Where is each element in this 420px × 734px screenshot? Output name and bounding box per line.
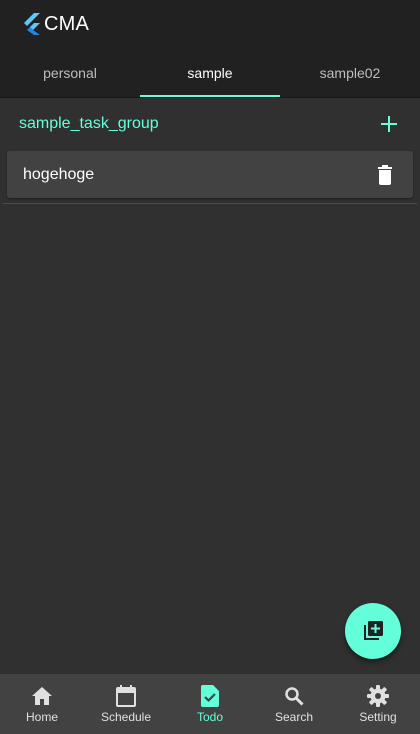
tab-sample02[interactable]: sample02 [280, 48, 420, 97]
trash-icon [378, 164, 392, 185]
nav-search[interactable]: Search [252, 674, 336, 734]
app-screen: CMA personal sample sample02 sample_task… [0, 0, 420, 734]
tab-sample[interactable]: sample [140, 48, 280, 97]
app-title: CMA [44, 12, 90, 35]
nav-todo[interactable]: Todo [168, 674, 252, 734]
task-item[interactable]: hogehoge [7, 151, 413, 198]
tab-personal[interactable]: personal [0, 48, 140, 97]
app-bar: CMA [0, 0, 420, 48]
nav-home[interactable]: Home [0, 674, 84, 734]
delete-task-button[interactable] [373, 163, 397, 187]
nav-setting[interactable]: Setting [336, 674, 420, 734]
bottom-navigation: Home Schedule Todo Search Setting [0, 674, 420, 734]
tab-label: personal [43, 64, 97, 81]
divider [3, 203, 417, 204]
task-group-header: sample_task_group [0, 98, 420, 150]
nav-label: Todo [196, 710, 224, 724]
nav-label: Schedule [100, 710, 152, 724]
tab-label: sample02 [319, 64, 381, 81]
tab-label: sample [187, 64, 233, 81]
calendar-icon [114, 684, 138, 708]
home-icon [30, 684, 54, 708]
nav-label: Setting [359, 710, 397, 724]
task-check-icon [198, 684, 222, 708]
add-to-library-icon [364, 621, 383, 640]
nav-schedule[interactable]: Schedule [84, 674, 168, 734]
plus-icon [381, 116, 397, 132]
add-task-group-fab[interactable] [345, 603, 401, 659]
task-title: hogehoge [23, 165, 95, 183]
gear-icon [366, 684, 390, 708]
nav-label: Home [25, 710, 58, 724]
task-group-title: sample_task_group [19, 115, 159, 132]
add-task-button[interactable] [377, 112, 401, 136]
search-icon [282, 684, 306, 708]
nav-label: Search [274, 710, 314, 724]
tab-bar: personal sample sample02 [0, 48, 420, 98]
flutter-logo-icon [24, 13, 40, 35]
